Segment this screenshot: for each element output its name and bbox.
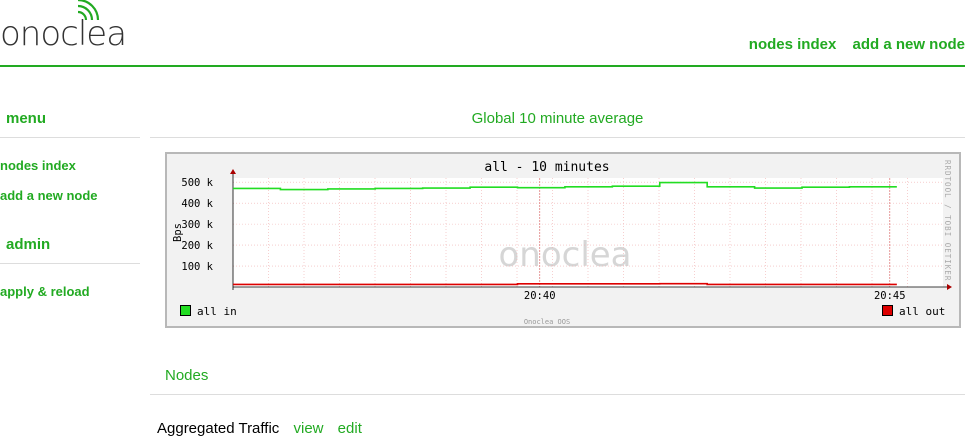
nav-nodes-index-link[interactable]: nodes index <box>749 36 837 53</box>
x-tick-label: 20:40 <box>524 290 556 302</box>
traffic-graph: all - 10 minutes RRDTOOL / TOBI OETIKER … <box>165 152 961 328</box>
y-axis-arrow <box>230 169 236 174</box>
node-edit-link[interactable]: edit <box>338 420 362 437</box>
header-divider <box>0 65 965 67</box>
legend-swatch-in <box>180 305 191 316</box>
x-tick-label: 20:45 <box>874 290 906 302</box>
legend-swatch-out <box>882 305 893 316</box>
legend-label-in: all in <box>197 305 237 318</box>
y-tick-label: 300 k <box>181 219 213 231</box>
title-divider <box>150 137 965 138</box>
node-row: Aggregated Traffic view edit <box>157 420 362 437</box>
sidebar-item-add-node[interactable]: add a new node <box>0 188 98 203</box>
y-axis-label: Bps <box>172 223 184 242</box>
y-tick-label: 100 k <box>181 261 213 273</box>
node-name: Aggregated Traffic <box>157 420 280 437</box>
node-view-link[interactable]: view <box>293 420 323 437</box>
legend-all-in: all in <box>180 305 237 318</box>
menu-heading: menu <box>6 110 47 127</box>
legend-label-out: all out <box>899 305 946 318</box>
chart-watermark: onoclea <box>498 235 631 275</box>
top-navigation: nodes index add a new node <box>737 36 965 53</box>
menu-divider <box>0 137 140 138</box>
sidebar-item-nodes-index[interactable]: nodes index <box>0 158 76 173</box>
admin-heading: admin <box>6 236 51 253</box>
onoclea-logo[interactable]: onoclea <box>0 0 140 60</box>
page-title: Global 10 minute average <box>471 110 644 127</box>
nodes-heading: Nodes <box>165 367 209 384</box>
legend-all-out: all out <box>882 305 945 318</box>
y-tick-label: 400 k <box>181 198 213 210</box>
y-tick-label: 200 k <box>181 240 213 252</box>
sidebar-item-apply-reload[interactable]: apply & reload <box>0 284 90 299</box>
admin-divider <box>0 263 140 264</box>
chart-footer: Onoclea OOS <box>523 318 571 326</box>
chart-plot: onoclea 100 k 200 k 300 k 400 k 500 k 20:40 20:… <box>172 169 952 302</box>
x-axis-arrow <box>947 284 952 290</box>
y-tick-label: 500 k <box>181 177 213 189</box>
logo-text: onoclea <box>0 14 127 54</box>
nav-add-node-link[interactable]: add a new node <box>852 36 965 53</box>
nodes-divider <box>150 394 965 395</box>
series-line-all-out <box>233 282 897 286</box>
